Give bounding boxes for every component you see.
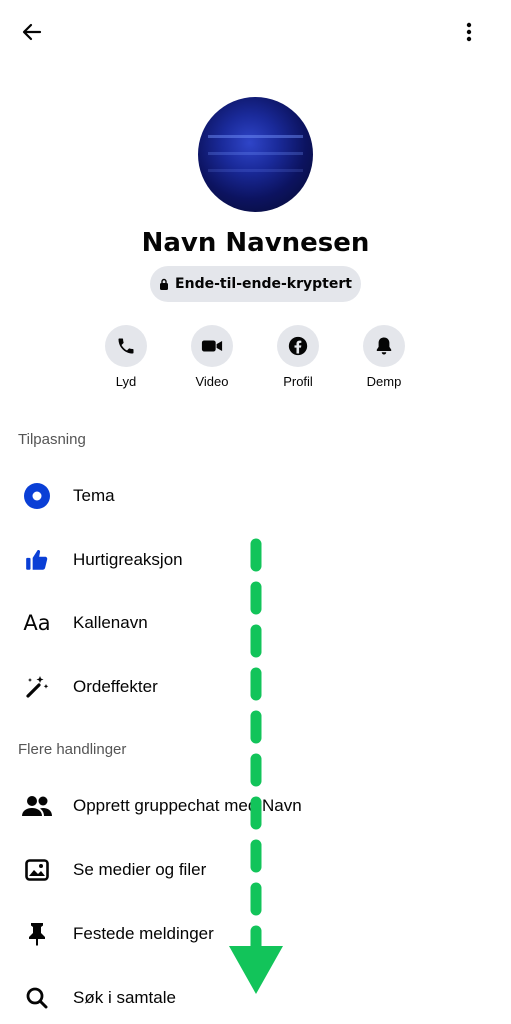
facebook-icon [288, 336, 308, 356]
action-buttons: Lyd Video Profil Demp [0, 325, 511, 395]
video-button[interactable]: Video [172, 325, 252, 389]
more-options-button[interactable] [453, 16, 485, 48]
mute-button[interactable]: Demp [344, 325, 424, 389]
back-button[interactable] [16, 16, 48, 48]
encryption-badge[interactable]: Ende-til-ende-kryptert [150, 266, 361, 302]
magic-wand-icon [26, 676, 49, 698]
more-vertical-icon [466, 22, 472, 42]
encryption-badge-label: Ende-til-ende-kryptert [175, 276, 352, 292]
menu-item-create-group[interactable]: Opprett gruppechat med Navn [0, 780, 511, 832]
menu-item-search-conversation[interactable]: Søk i samtale [0, 972, 511, 1024]
section-title-more-actions: Flere handlinger [18, 741, 127, 758]
text-aa-icon: Aa [23, 611, 51, 635]
video-label: Video [195, 374, 229, 389]
menu-item-label: Hurtigreaksjon [73, 550, 183, 569]
menu-item-quick-reaction[interactable]: Hurtigreaksjon [0, 534, 511, 586]
menu-item-label: Festede meldinger [73, 924, 214, 943]
menu-item-pinned-messages[interactable]: Festede meldinger [0, 908, 511, 960]
theme-icon [24, 483, 50, 509]
search-icon [26, 987, 48, 1009]
menu-item-label: Se medier og filer [73, 860, 207, 879]
thumbs-up-icon [26, 550, 48, 570]
bell-icon [376, 337, 392, 355]
lock-icon [160, 278, 169, 290]
profile-label: Profil [283, 374, 313, 389]
avatar[interactable] [198, 97, 313, 212]
menu-item-label: Ordeffekter [73, 677, 158, 696]
top-bar [0, 0, 511, 64]
people-icon [22, 796, 52, 816]
menu-item-label: Tema [73, 486, 115, 505]
arrow-left-icon [22, 23, 42, 41]
call-label: Lyd [115, 374, 137, 389]
menu-item-nickname[interactable]: Aa Kallenavn [0, 597, 511, 649]
image-icon [25, 859, 49, 881]
call-button[interactable]: Lyd [86, 325, 166, 389]
video-icon [201, 340, 223, 352]
menu-item-theme[interactable]: Tema [0, 470, 511, 522]
menu-item-word-effects[interactable]: Ordeffekter [0, 661, 511, 713]
menu-item-label: Opprett gruppechat med Navn [73, 796, 302, 815]
profile-name: Navn Navnesen [141, 228, 370, 258]
menu-item-media-files[interactable]: Se medier og filer [0, 844, 511, 896]
menu-item-label: Kallenavn [73, 613, 148, 632]
profile-button[interactable]: Profil [258, 325, 338, 389]
section-title-customization: Tilpasning [18, 431, 86, 448]
menu-item-label: Søk i samtale [73, 988, 176, 1007]
phone-icon [118, 338, 134, 354]
mute-label: Demp [366, 374, 402, 389]
pin-icon [29, 923, 45, 946]
